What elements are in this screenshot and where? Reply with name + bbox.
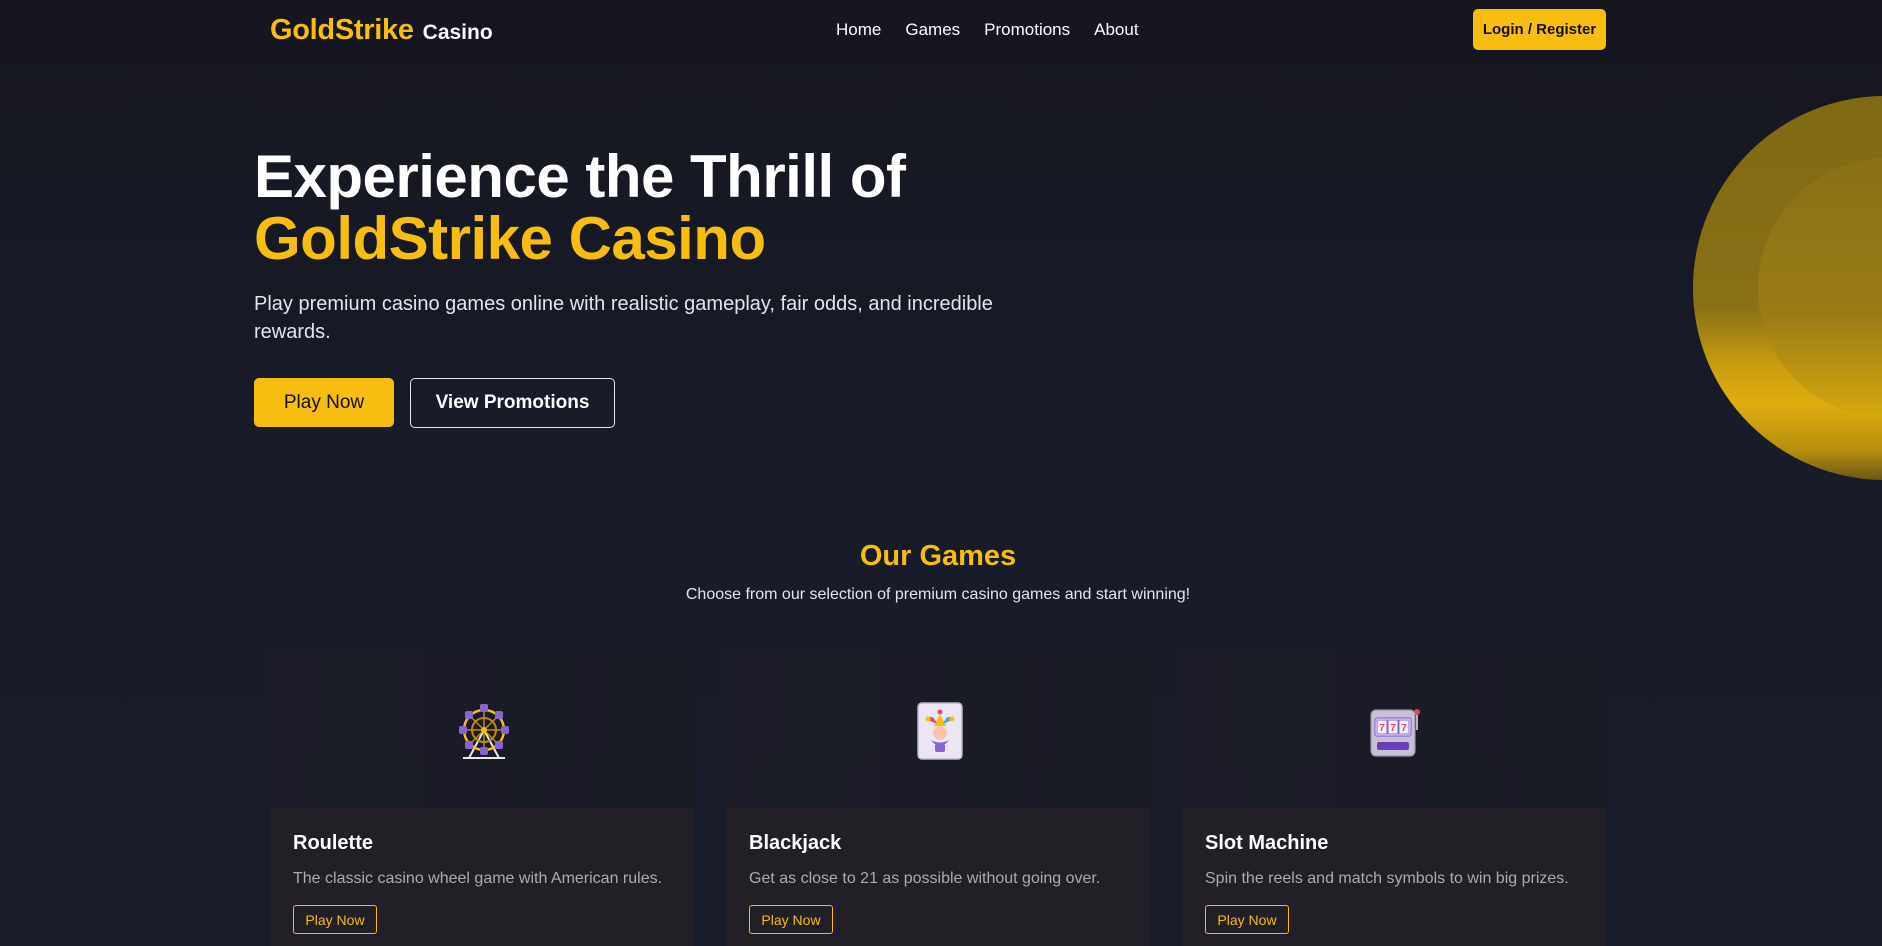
view-promotions-button[interactable]: View Promotions [410,378,615,428]
card-title: Roulette [293,832,373,854]
site-header: GoldStrike Casino Home Games Promotions … [0,0,1882,62]
nav-about[interactable]: About [1094,20,1138,40]
card-description: The classic casino wheel game with Ameri… [293,870,663,887]
ferris-wheel-icon [459,704,509,759]
slot-machine-icon: 7 7 7 [1370,709,1420,757]
svg-text:7: 7 [1401,723,1407,734]
games-section-subtitle: Choose from our selection of premium cas… [685,586,1191,603]
brand-name-white: Casino [422,21,493,44]
nav-games[interactable]: Games [905,20,960,40]
svg-text:7: 7 [1390,723,1396,734]
play-now-button[interactable]: Play Now [254,378,394,427]
card-play-now-button[interactable]: Play Now [1205,905,1289,934]
login-register-button[interactable]: Login / Register [1473,9,1606,50]
card-description: Get as close to 21 as possible without g… [749,870,1101,887]
svg-text:7: 7 [1379,723,1385,734]
game-card-blackjack[interactable]: Blackjack Get as close to 21 as possible… [726,648,1150,946]
card-description: Spin the reels and match symbols to win … [1205,870,1569,887]
game-card-slot-machine[interactable]: 7 7 7 Slot Machine Spin the reels and ma… [1182,648,1606,946]
card-play-now-button[interactable]: Play Now [293,905,377,934]
hero-title-line1: Experience the Thrill of [254,143,906,210]
brand-name-gold: GoldStrike [270,14,414,46]
game-card-roulette[interactable]: Roulette The classic casino wheel game w… [270,648,694,946]
brand-logo[interactable]: GoldStrike Casino [270,14,493,47]
nav-home[interactable]: Home [836,20,881,40]
joker-card-icon [917,702,963,760]
hero-title-line2: GoldStrike Casino [254,205,766,272]
card-title: Blackjack [749,832,842,854]
card-image-area [270,648,694,808]
main-nav: Home Games Promotions About [836,20,1139,40]
hero-title: Experience the Thrill of GoldStrike Casi… [254,146,1254,270]
card-image-area: 7 7 7 [1182,648,1606,808]
games-section-title: Our Games [859,540,1017,572]
nav-promotions[interactable]: Promotions [984,20,1070,40]
card-image-area [726,648,1150,808]
page: GoldStrike Casino Home Games Promotions … [0,0,1882,946]
card-play-now-button[interactable]: Play Now [749,905,833,934]
card-title: Slot Machine [1205,832,1329,854]
hero-subtitle: Play premium casino games online with re… [254,293,993,343]
